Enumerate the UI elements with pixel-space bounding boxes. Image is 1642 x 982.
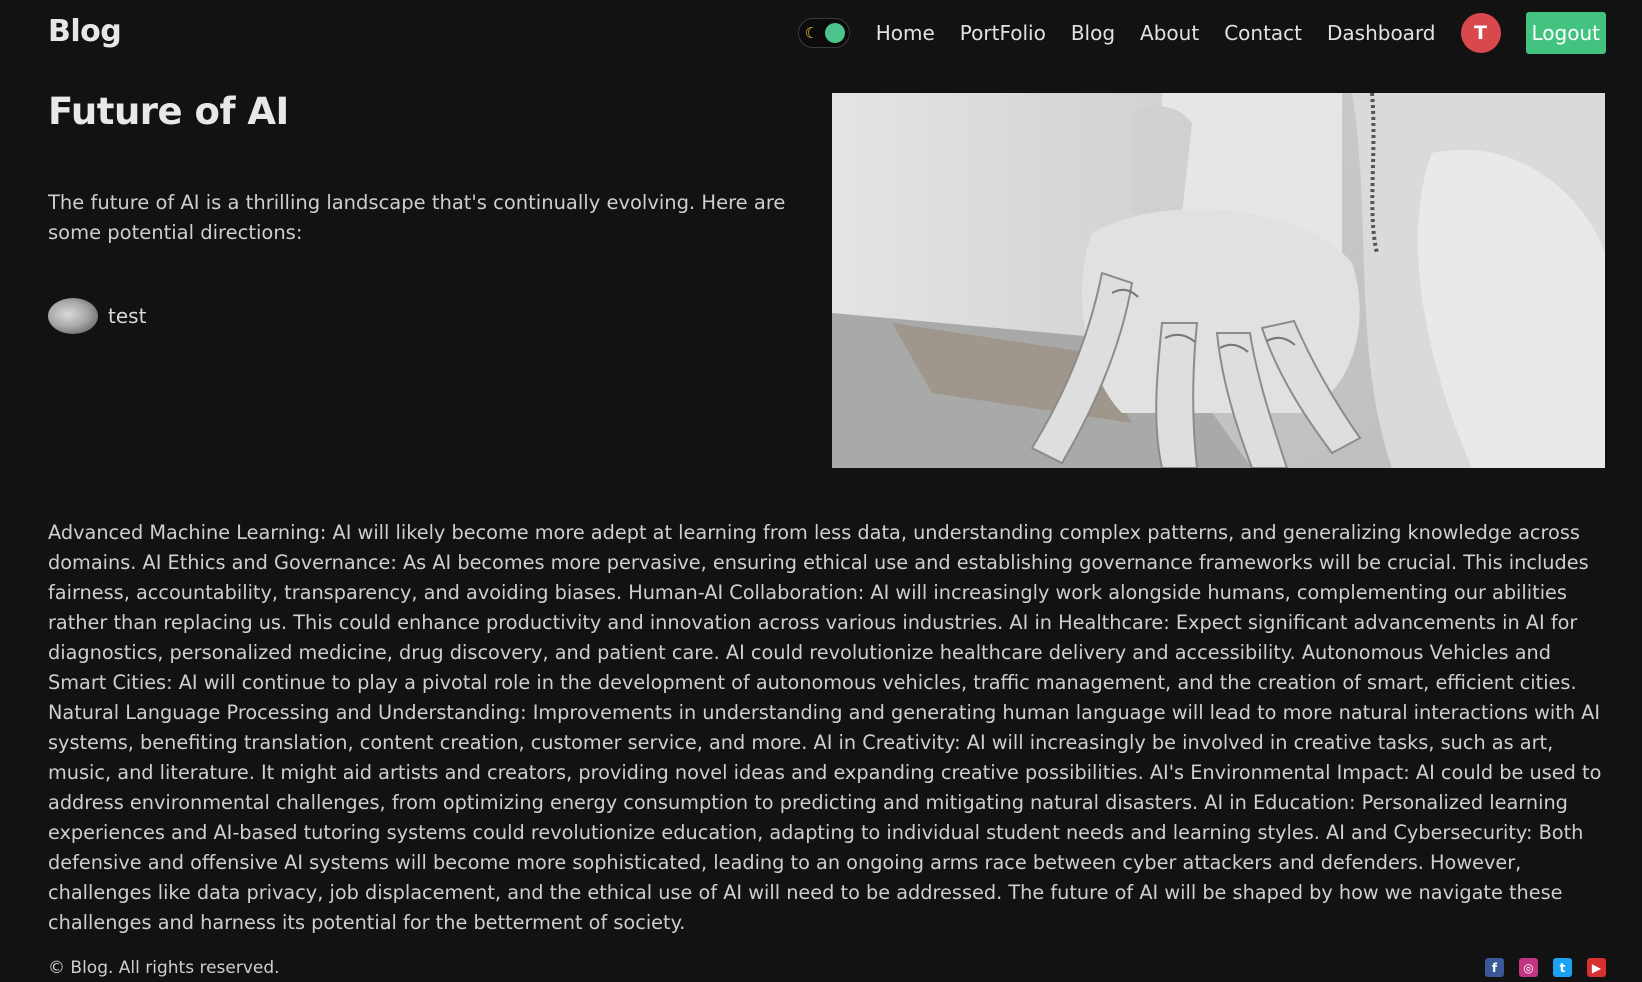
- nav-contact[interactable]: Contact: [1224, 21, 1302, 45]
- theme-toggle[interactable]: ☾: [797, 18, 850, 48]
- nav-dashboard[interactable]: Dashboard: [1327, 21, 1436, 45]
- toggle-knob: [824, 23, 845, 43]
- youtube-icon[interactable]: ▶: [1587, 958, 1606, 977]
- nav-blog[interactable]: Blog: [1071, 21, 1115, 45]
- nav-home[interactable]: Home: [876, 21, 935, 45]
- nav-about[interactable]: About: [1140, 21, 1199, 45]
- post-intro: The future of AI is a thrilling landscap…: [48, 191, 786, 244]
- twitter-icon[interactable]: t: [1553, 958, 1572, 977]
- footer-copyright: © Blog. All rights reserved.: [48, 958, 280, 978]
- post-title: Future of AI: [48, 90, 289, 133]
- brand-logo[interactable]: Blog: [48, 14, 122, 49]
- author-name: test: [108, 304, 147, 328]
- facebook-icon[interactable]: f: [1485, 958, 1504, 977]
- post-body: Advanced Machine Learning: AI will likel…: [48, 521, 1602, 934]
- instagram-icon[interactable]: ◎: [1519, 958, 1538, 977]
- nav-portfolio[interactable]: PortFolio: [960, 21, 1046, 45]
- post-cover-image: [832, 93, 1605, 468]
- author-avatar: [48, 298, 98, 334]
- post-author: test: [48, 298, 146, 334]
- moon-icon: ☾: [804, 24, 819, 42]
- logout-button[interactable]: Logout: [1525, 12, 1606, 54]
- main-nav: ☾ Home PortFolio Blog About Contact Dash…: [797, 12, 1606, 54]
- user-avatar[interactable]: T: [1460, 13, 1501, 53]
- page: Blog ☾ Home PortFolio Blog About Contact…: [0, 0, 1642, 982]
- social-links: f ◎ t ▶: [1485, 958, 1606, 977]
